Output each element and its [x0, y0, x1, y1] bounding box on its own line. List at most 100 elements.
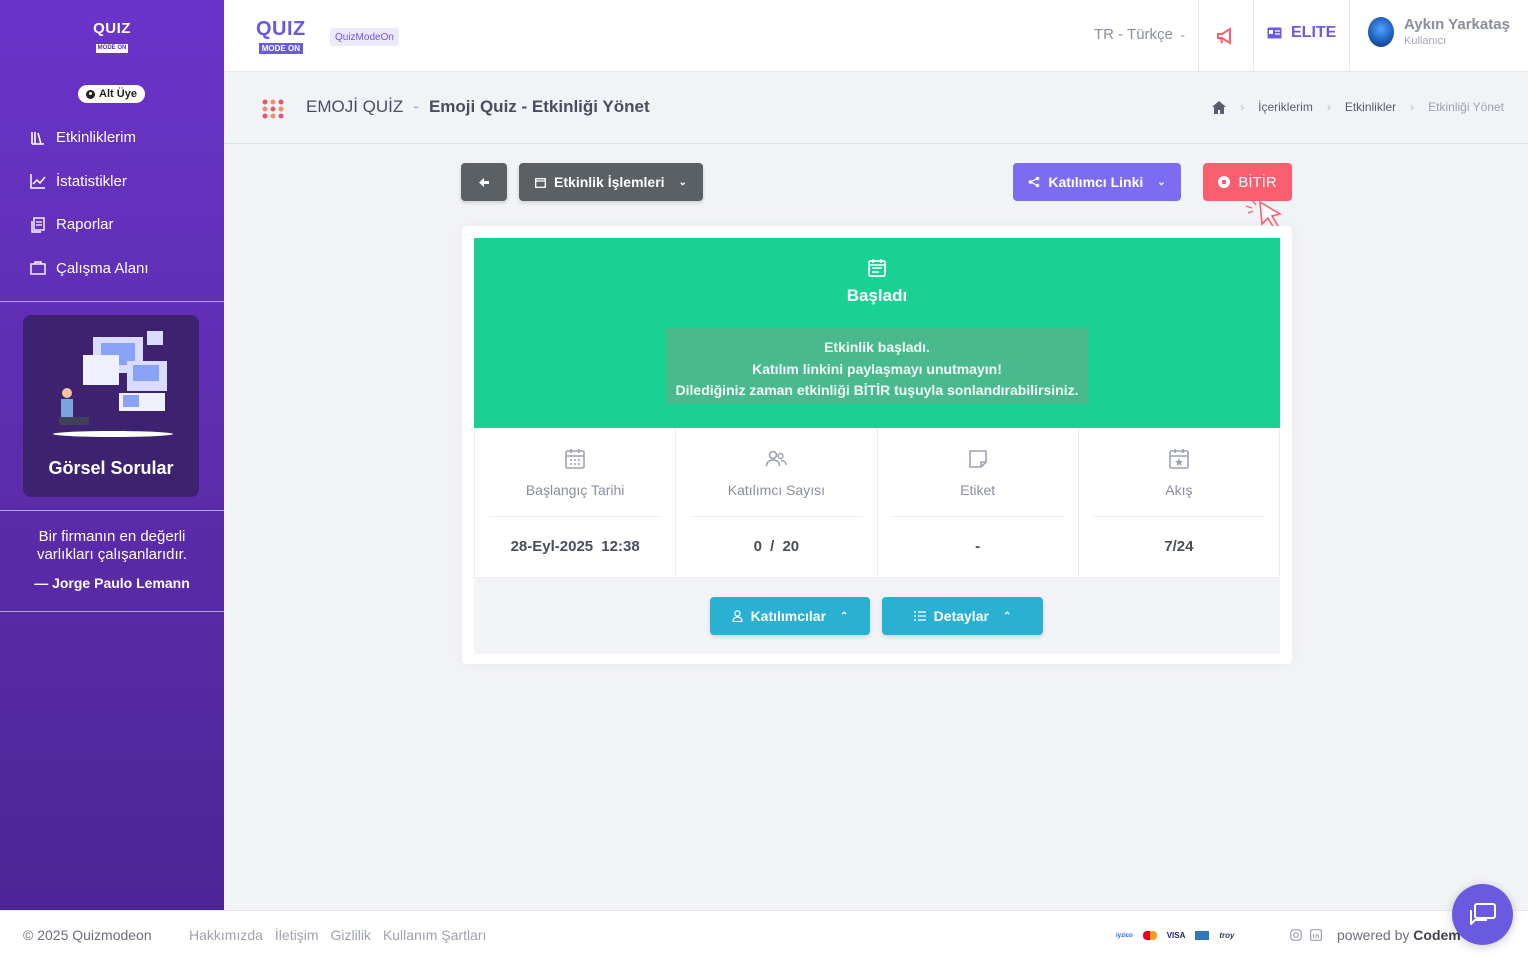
chevron-up-icon: ⌃: [840, 610, 849, 622]
footer-link[interactable]: Kullanım Şartları: [383, 927, 486, 943]
language-label: TR - Türkçe: [1094, 26, 1173, 43]
id-card-icon: [1267, 27, 1282, 39]
topbar-divider: [1349, 0, 1350, 72]
stat-start-date: Başlangıç Tarihi 28-Eyl-2025 12:38: [474, 428, 677, 577]
stat-label: Başlangıç Tarihi: [525, 482, 625, 498]
arrow-left-icon: [479, 177, 489, 187]
sidebar-item-calisma-alani[interactable]: Çalışma Alanı: [0, 247, 224, 291]
participant-link-label: Katılımcı Linki: [1048, 174, 1144, 190]
sidebar: QUIZ MODE ON Alt Üye Etkinliklerim İstat…: [0, 0, 224, 910]
chevron-up-icon: ⌃: [1002, 610, 1012, 622]
chevron-right-icon: ›: [1410, 100, 1415, 114]
subheader: EMOJİ QUİZ - Emoji Quiz - Etkinliği Yöne…: [224, 72, 1528, 144]
share-icon: [1029, 176, 1040, 188]
powered-by-label: powered by: [1337, 927, 1414, 943]
logo-sub: MODE ON: [95, 44, 129, 53]
language-select[interactable]: TR - Türkçe ⌄: [1094, 26, 1186, 43]
instagram-icon[interactable]: [1290, 929, 1302, 941]
copyright: © 2025 Quizmodeon: [23, 927, 152, 943]
stop-circle-icon: [1218, 176, 1231, 188]
page-title: EMOJİ QUİZ - Emoji Quiz - Etkinliği Yöne…: [306, 97, 650, 117]
list-icon: [913, 611, 926, 621]
line-chart-icon: [30, 174, 46, 189]
participants-label: Katılımcılar: [750, 608, 827, 624]
powered-by: powered by Codem: [1337, 927, 1461, 943]
user-menu[interactable]: Aykın Yarkataş Kullanıcı: [1368, 16, 1510, 47]
title-separator: -: [413, 97, 419, 116]
participant-link-dropdown[interactable]: Katılımcı Linki ⌄: [1013, 163, 1181, 201]
sidebar-logo[interactable]: QUIZ MODE ON: [92, 20, 132, 54]
footer-links: Hakkımızda İletişim Gizlilik Kullanım Şa…: [189, 927, 486, 943]
status-message-line: Dilediğiniz zaman etkinliği BİTİR tuşuyl…: [675, 382, 1079, 398]
emoji-grid-icon: [262, 99, 284, 119]
participants-toggle-button[interactable]: Katılımcılar ⌃: [710, 597, 870, 635]
sidebar-item-label: Etkinliklerim: [56, 129, 137, 147]
sidebar-item-label: Raporlar: [56, 216, 114, 234]
iyzico-logo: iyzico: [1116, 932, 1133, 939]
stat-value: 0 / 20: [753, 538, 800, 555]
linkedin-icon[interactable]: [1310, 929, 1322, 941]
brand-tag: QuizModeOn: [330, 28, 399, 46]
status-title: Başladı: [846, 286, 908, 305]
footer-link[interactable]: İletişim: [275, 927, 319, 943]
logo-word: QUIZ: [256, 18, 306, 40]
copy-icon: [31, 217, 45, 233]
activity-actions-dropdown[interactable]: Etkinlik İşlemleri ⌄: [519, 163, 703, 201]
plan-badge[interactable]: ELITE: [1267, 24, 1336, 42]
payment-logos: iyzico VISA troy: [1116, 931, 1234, 940]
footer-link[interactable]: Gizlilik: [330, 927, 370, 943]
sidebar-item-label: İstatistikler: [56, 172, 127, 190]
stat-tag: Etiket -: [878, 428, 1079, 577]
topbar-divider: [1253, 0, 1254, 72]
footer-link[interactable]: Hakkımızda: [189, 927, 263, 943]
library-icon: [31, 131, 44, 145]
sidebar-divider: [0, 510, 224, 511]
stat-participant-count: Katılımcı Sayısı 0 / 20: [676, 428, 878, 577]
stat-value: 7/24: [1164, 538, 1194, 555]
promo-illustration: [53, 331, 173, 437]
stat-divider: [891, 516, 1064, 517]
card-footer: [474, 578, 1280, 654]
megaphone-icon[interactable]: [1216, 26, 1236, 46]
stats-row: Başlangıç Tarihi 28-Eyl-2025 12:38 Katıl…: [474, 428, 1280, 578]
promo-card[interactable]: Görsel Sorular: [23, 315, 199, 497]
users-icon: [766, 450, 788, 467]
page-footer: © 2025 Quizmodeon Hakkımızda İletişim Gi…: [0, 910, 1528, 960]
amex-logo: [1195, 931, 1210, 940]
stat-value: 28-Eyl-2025 12:38: [510, 538, 640, 555]
breadcrumb-item[interactable]: İçeriklerim: [1258, 100, 1313, 114]
sidebar-item-istatistikler[interactable]: İstatistikler: [0, 160, 224, 204]
stat-label: Etiket: [960, 482, 996, 498]
visa-logo: VISA: [1166, 931, 1186, 940]
chevron-right-icon: ›: [1326, 100, 1331, 114]
stat-label: Akış: [1165, 482, 1193, 498]
user-name: Aykın Yarkataş: [1404, 16, 1510, 33]
activity-actions-label: Etkinlik İşlemleri: [554, 174, 665, 190]
user-circle-icon: [86, 89, 96, 99]
logo-word: QUIZ: [93, 20, 131, 37]
quote-block: Bir firmanın en değerli varlıkları çalış…: [0, 528, 224, 592]
back-button[interactable]: [461, 163, 507, 201]
chat-button[interactable]: [1452, 884, 1513, 945]
sidebar-item-etkinliklerim[interactable]: Etkinliklerim: [0, 116, 224, 160]
sidebar-nav: Etkinliklerim İstatistikler Raporlar Çal…: [0, 116, 224, 290]
powered-by-brand[interactable]: Codem: [1413, 927, 1460, 943]
topbar-logo[interactable]: QUIZ MODE ON: [256, 18, 306, 56]
avatar: [1368, 16, 1394, 47]
finish-button[interactable]: BİTİR: [1203, 163, 1292, 201]
sidebar-item-raporlar[interactable]: Raporlar: [0, 203, 224, 247]
breadcrumb-item[interactable]: Etkinlikler: [1345, 100, 1396, 114]
quote-text: Bir firmanın en değerli varlıkları çalış…: [36, 528, 188, 563]
stat-value: -: [975, 538, 981, 555]
logo-sub: MODE ON: [258, 43, 303, 54]
mastercard-logo: [1142, 931, 1157, 940]
home-icon[interactable]: [1212, 100, 1227, 114]
chevron-down-icon: ⌄: [1157, 176, 1166, 188]
topbar-divider: [1198, 0, 1199, 72]
details-toggle-button[interactable]: Detaylar ⌃: [882, 597, 1043, 635]
page-title-text: Emoji Quiz - Etkinliği Yönet: [428, 97, 650, 116]
briefcase-icon: [30, 261, 46, 275]
status-message: Etkinlik başladı. Katılım linkini paylaş…: [666, 328, 1088, 404]
calendar-icon: [565, 449, 585, 469]
stat-label: Katılımcı Sayısı: [727, 482, 825, 498]
